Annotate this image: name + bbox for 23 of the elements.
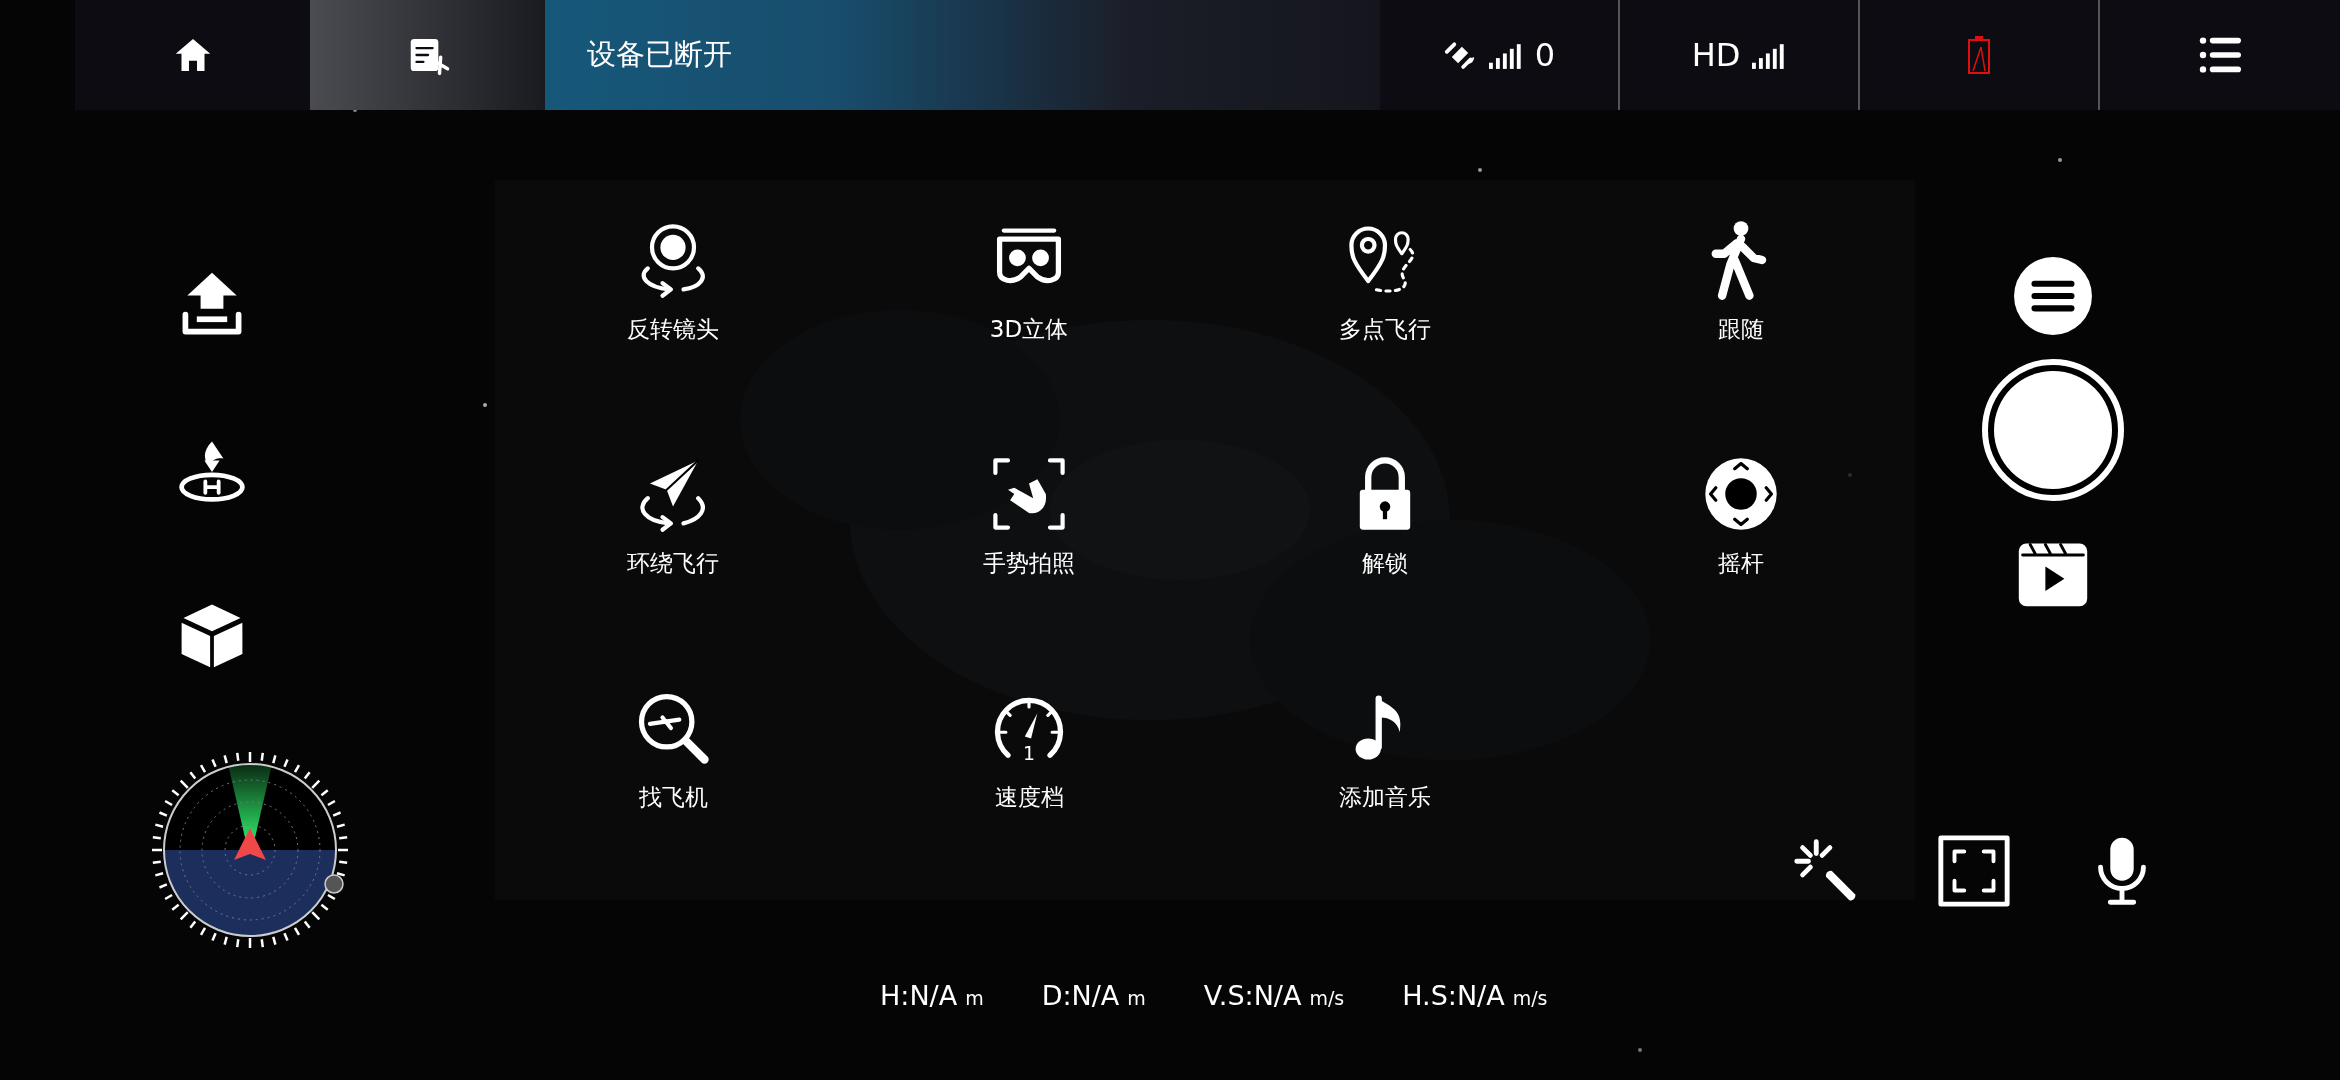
- menu-item[interactable]: 反转镜头: [573, 218, 773, 348]
- telemetry-reading: H.S:N/A m/s: [1402, 980, 1548, 1011]
- menu-item[interactable]: 跟随: [1641, 218, 1841, 348]
- menu-item[interactable]: 摇杆: [1641, 452, 1841, 582]
- menu-item[interactable]: 手势拍照: [929, 452, 1129, 582]
- satellite-count: 0: [1534, 36, 1556, 74]
- menu-item[interactable]: 3D立体: [929, 218, 1129, 348]
- nav-tab[interactable]: [310, 0, 545, 110]
- menu-item[interactable]: 环绕飞行: [573, 452, 773, 582]
- signal-icon: [1488, 41, 1523, 69]
- telemetry-reading: V.S:N/A m/s: [1203, 980, 1345, 1011]
- telemetry-reading: D:N/A m: [1041, 980, 1146, 1011]
- status-text: 设备已断开: [587, 36, 732, 73]
- signal-icon: [1752, 41, 1787, 69]
- video-link-label: HD: [1691, 36, 1741, 74]
- menu-item[interactable]: 找飞机: [573, 686, 773, 816]
- options-button[interactable]: [2011, 255, 2094, 337]
- telemetry-reading: H:N/A m: [880, 980, 984, 1011]
- menu-icon: [2011, 255, 2094, 337]
- menu-item[interactable]: 1 速度档: [929, 686, 1129, 816]
- menu-item[interactable]: 添加音乐: [1285, 686, 1485, 816]
- menu-item[interactable]: 解锁: [1285, 452, 1485, 582]
- menu-item[interactable]: 多点飞行: [1285, 218, 1485, 348]
